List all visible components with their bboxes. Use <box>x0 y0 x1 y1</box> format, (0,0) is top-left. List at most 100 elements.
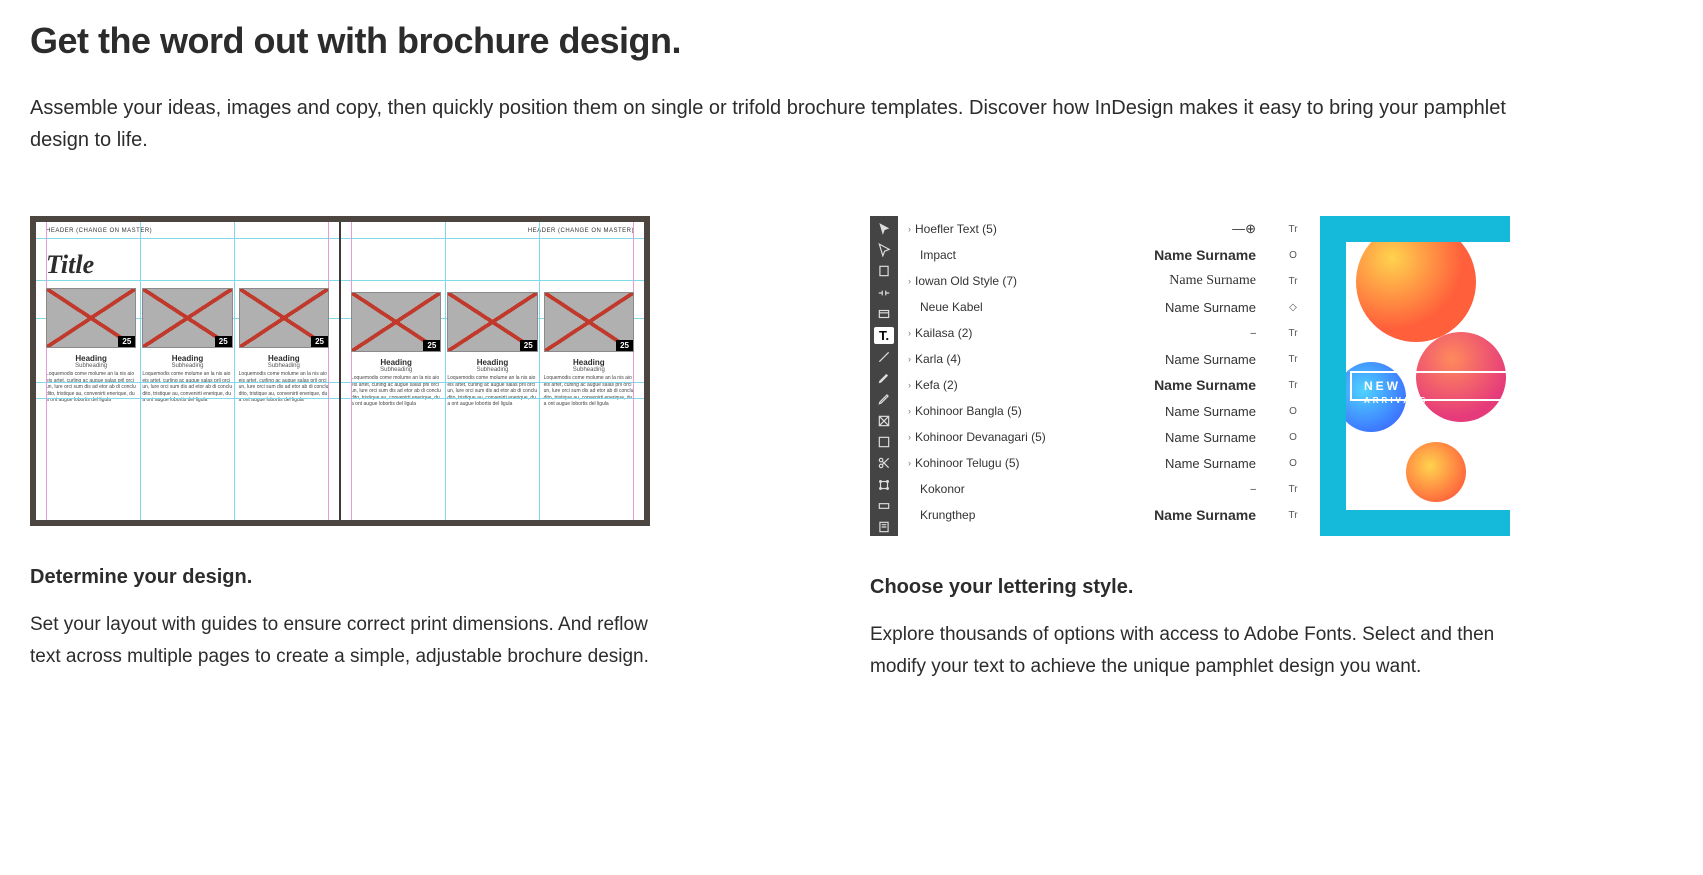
font-row[interactable]: ›Karla (4)Name SurnameTr <box>898 346 1320 372</box>
column-body: Loquemodis come molume an la nis aio eis… <box>351 375 441 408</box>
placeholder-number: 25 <box>311 336 328 347</box>
rectangle-tool-icon[interactable] <box>874 433 894 450</box>
placeholder-number: 25 <box>616 340 633 351</box>
font-name: ›Karla (4) <box>908 352 961 366</box>
brochure-preview: NEW ARRIVALS <box>1320 216 1510 536</box>
font-sample: Name Surname <box>1154 507 1256 523</box>
right-section-title: Choose your lettering style. <box>870 576 1510 599</box>
column-subheading: Subheading <box>46 363 136 369</box>
gap-tool-icon[interactable] <box>874 284 894 301</box>
column-heading: Heading <box>544 358 634 367</box>
font-row[interactable]: Kokonor–Tr <box>898 476 1320 502</box>
brochure-text-column: HeadingSubheadingLoquemodis come molume … <box>46 354 136 404</box>
font-row[interactable]: ›Iowan Old Style (7) Name Surname Tr <box>898 268 1320 294</box>
font-type-icon: Tr <box>1286 276 1300 287</box>
right-section-body: Explore thousands of options with access… <box>870 619 1510 684</box>
placeholder-number: 25 <box>423 340 440 351</box>
font-row[interactable]: Neue KabelName Surname◇ <box>898 294 1320 320</box>
font-name: ›Kohinoor Telugu (5) <box>908 456 1020 470</box>
brochure-text-column: HeadingSubheadingLoquemodis come molume … <box>239 354 329 404</box>
font-row[interactable]: ImpactName SurnameO <box>898 242 1320 268</box>
font-row[interactable]: ›Kailasa (2)–Tr <box>898 320 1320 346</box>
font-sample: Name Surname <box>1169 273 1256 289</box>
image-placeholder: 25 <box>544 292 634 352</box>
gradient-blob-icon <box>1406 442 1466 502</box>
font-sample: Name Surname <box>1165 404 1256 419</box>
font-row[interactable]: ›Kohinoor Bangla (5) Name Surname O <box>898 398 1320 424</box>
font-row[interactable]: ›Kefa (2)Name SurnameTr <box>898 372 1320 398</box>
font-type-icon: Tr <box>1286 224 1300 235</box>
content-collector-icon[interactable] <box>874 305 894 322</box>
font-sample: Name Surname <box>1165 456 1256 471</box>
font-type-icon: Tr <box>1286 328 1300 339</box>
column-heading: Heading <box>351 358 441 367</box>
free-transform-tool-icon[interactable] <box>874 476 894 493</box>
column-body: Loquemodis come molume an la nis aio eis… <box>447 375 537 408</box>
selection-tool-icon[interactable] <box>874 220 894 237</box>
font-type-icon: ◇ <box>1286 302 1300 313</box>
font-panel-mock: T. ›Hoefler Text (5)—⊕TrImpactName Surna… <box>870 216 1510 536</box>
font-name: Neue Kabel <box>908 300 983 314</box>
font-row[interactable]: ›Hoefler Text (5) —⊕ Tr <box>898 216 1320 242</box>
page-tool-icon[interactable] <box>874 263 894 280</box>
line-tool-icon[interactable] <box>874 348 894 365</box>
chevron-right-icon: › <box>908 276 911 286</box>
font-type-icon: O <box>1286 432 1300 443</box>
font-sample: – <box>1250 328 1256 339</box>
chevron-right-icon: › <box>908 432 911 442</box>
right-column: T. ›Hoefler Text (5)—⊕TrImpactName Surna… <box>870 216 1510 684</box>
font-type-icon: Tr <box>1286 484 1300 495</box>
pen-tool-icon[interactable] <box>874 369 894 386</box>
column-subheading: Subheading <box>447 367 537 373</box>
chevron-right-icon: › <box>908 328 911 338</box>
note-tool-icon[interactable] <box>874 519 894 536</box>
font-name: ›Hoefler Text (5) <box>908 222 997 236</box>
font-name: Krungthep <box>908 508 975 522</box>
brochure-title: Title <box>46 250 329 280</box>
font-sample: Name Surname <box>1162 534 1256 537</box>
spread-header-left: HEADER (CHANGE ON MASTER) <box>46 228 329 234</box>
gradient-swatch-tool-icon[interactable] <box>874 497 894 514</box>
font-name: ›Kohinoor Devanagari (5) <box>908 430 1046 444</box>
scissors-tool-icon[interactable] <box>874 455 894 472</box>
column-subheading: Subheading <box>544 367 634 373</box>
brochure-mock: HEADER (CHANGE ON MASTER) Title 25 25 25 H… <box>30 216 650 526</box>
font-list: ›Hoefler Text (5)—⊕TrImpactName SurnameO… <box>898 216 1320 536</box>
placeholder-number: 25 <box>215 336 232 347</box>
font-type-icon: O <box>1286 250 1300 261</box>
font-sample: Name Surname <box>1154 247 1256 263</box>
brochure-text-column: HeadingSubheadingLoquemodis come molume … <box>142 354 232 404</box>
font-type-icon: Tr <box>1286 380 1300 391</box>
rectangle-frame-tool-icon[interactable] <box>874 412 894 429</box>
font-sample: Name Surname <box>1165 352 1256 367</box>
font-type-icon: O <box>1286 536 1300 537</box>
font-name: ›Kefa (2) <box>908 378 958 392</box>
page-intro: Assemble your ideas, images and copy, th… <box>30 92 1530 156</box>
font-name: ›Kohinoor Bangla (5) <box>908 404 1022 418</box>
pencil-tool-icon[interactable] <box>874 391 894 408</box>
brochure-right-page: HEADER (CHANGE ON MASTER) 252525 Heading… <box>339 222 644 520</box>
left-column: HEADER (CHANGE ON MASTER) Title 25 25 25 H… <box>30 216 670 684</box>
font-row[interactable]: Krungthep Name Surname Tr <box>898 502 1320 528</box>
font-sample: —⊕ <box>1232 221 1256 237</box>
font-type-icon: O <box>1286 406 1300 417</box>
image-placeholder: 25 <box>46 288 136 348</box>
font-sample: Name Surname <box>1165 430 1256 445</box>
font-row[interactable]: ›Kohinoor Devanagari (5) Name Surname O <box>898 424 1320 450</box>
type-tool-icon[interactable]: T. <box>874 327 894 344</box>
font-name: ›Iowan Old Style (7) <box>908 274 1017 288</box>
chevron-right-icon: › <box>908 224 911 234</box>
left-section-body: Set your layout with guides to ensure co… <box>30 609 670 674</box>
chevron-right-icon: › <box>908 380 911 390</box>
font-row[interactable]: ›Kohinoor Telugu (5)Name SurnameO <box>898 450 1320 476</box>
font-name: ›Letter Gothic Std (4) <box>908 534 1023 536</box>
direct-selection-tool-icon[interactable] <box>874 241 894 258</box>
font-type-icon: Tr <box>1286 510 1300 521</box>
placeholder-number: 25 <box>118 336 135 347</box>
gradient-blob-icon <box>1356 242 1476 342</box>
column-heading: Heading <box>447 358 537 367</box>
column-heading: Heading <box>239 354 329 363</box>
left-section-title: Determine your design. <box>30 566 670 589</box>
font-row[interactable]: ›Letter Gothic Std (4) Name Surname O <box>898 528 1320 536</box>
column-subheading: Subheading <box>239 363 329 369</box>
